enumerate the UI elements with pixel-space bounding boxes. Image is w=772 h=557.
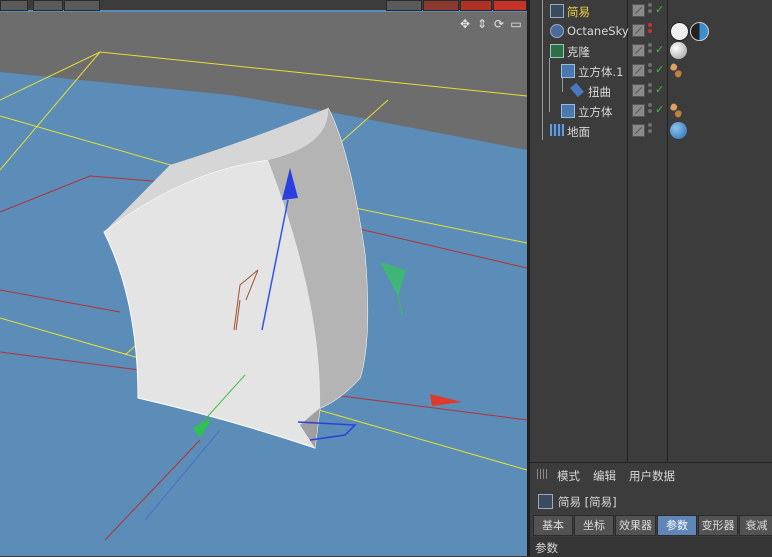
rotate-icon[interactable]: ⟳ [492,17,506,31]
toolbar-button[interactable] [423,0,459,11]
visibility-dots[interactable] [648,63,652,77]
phong-tag-icon[interactable] [670,62,682,79]
tab-falloff[interactable]: 衰减 [739,515,772,536]
layer-icon[interactable] [632,4,645,17]
object-row-sky[interactable]: OctaneSky [530,21,772,41]
attribute-title: 简易 [简易] [558,495,617,509]
bend-icon [570,82,584,98]
layer-icon[interactable] [632,24,645,37]
cube-icon [561,104,575,118]
environment-tag-icon[interactable] [670,22,689,41]
object-row-floor[interactable]: 地面 [530,121,772,141]
visibility-dots[interactable] [648,83,652,97]
menu-edit[interactable]: 编辑 [593,468,616,484]
visibility-dots[interactable] [648,3,652,17]
tab-parameters[interactable]: 参数 [657,515,697,536]
attribute-tabs: 基本 坐标 效果器 参数 变形器 衰减 [530,514,772,536]
toolbar-button[interactable] [460,0,492,11]
object-name: 扭曲 [588,85,611,99]
visibility-dots[interactable] [648,103,652,117]
object-name: 地面 [567,125,590,139]
object-name: OctaneSky [567,24,629,38]
enable-check-icon[interactable]: ✓ [655,3,664,16]
visibility-dots[interactable] [648,123,652,137]
enable-check-icon[interactable]: ✓ [655,63,664,76]
toolbar-button[interactable] [493,0,527,11]
object-manager: 简易 ✓ OctaneSky 克隆 ✓ 立方体.1 ✓ 扭曲 ✓ 立方体 ✓ 地… [530,0,772,462]
enable-check-icon[interactable]: ✓ [655,103,664,116]
toolbar-button[interactable] [64,0,100,11]
enable-check-icon[interactable]: ✓ [655,83,664,96]
viewport-scene[interactable] [0,0,527,556]
toolbar-button[interactable] [33,0,63,11]
floor-icon [550,124,564,136]
layer-icon[interactable] [632,84,645,97]
object-name: 立方体 [578,105,613,119]
tab-effector[interactable]: 效果器 [615,515,656,536]
attribute-menu-bar: 模式 编辑 用户数据 [530,463,772,485]
deformer-icon [538,494,553,509]
maximize-icon[interactable]: ▭ [509,17,523,31]
layer-icon[interactable] [632,64,645,77]
object-name: 立方体.1 [578,65,624,79]
viewport-toolbar [0,0,527,11]
toolbar-button[interactable] [386,0,422,11]
tab-deformer[interactable]: 变形器 [698,515,738,536]
material-tag-icon[interactable] [670,122,687,139]
object-name: 简易 [567,5,590,19]
object-row-bend[interactable]: 扭曲 ✓ [530,81,772,101]
sky-icon [550,24,564,38]
toolbar-button[interactable] [0,0,28,11]
attribute-manager: 模式 编辑 用户数据 简易 [简易] 基本 坐标 效果器 参数 变形器 衰减 参… [530,462,772,557]
phong-tag-icon[interactable] [670,102,682,119]
cloner-icon [550,44,564,58]
move-icon[interactable]: ✥ [458,17,472,31]
tab-coordinates[interactable]: 坐标 [574,515,614,536]
menu-user-data[interactable]: 用户数据 [629,468,675,484]
parameters-section-header: 参数 [530,537,772,557]
layer-icon[interactable] [632,124,645,137]
object-row-cube-1[interactable]: 立方体.1 ✓ [530,61,772,81]
enable-check-icon[interactable]: ✓ [655,43,664,56]
deformer-icon [550,4,564,18]
tab-basic[interactable]: 基本 [533,515,573,536]
visibility-dots[interactable] [648,43,652,57]
octane-tag-icon[interactable] [690,22,709,41]
scale-icon[interactable]: ⇕ [475,17,489,31]
cube-icon [561,64,575,78]
object-row-cloner[interactable]: 克隆 ✓ [530,41,772,61]
object-row-cube[interactable]: 立方体 ✓ [530,101,772,121]
3d-viewport[interactable]: ✥ ⇕ ⟳ ▭ [0,0,527,556]
layer-icon[interactable] [632,44,645,57]
material-tag-icon[interactable] [670,42,687,59]
section-title: 参数 [535,541,558,555]
viewport-navigation: ✥ ⇕ ⟳ ▭ [458,17,523,31]
attribute-title-bar: 简易 [简易] [530,491,772,513]
object-name: 克隆 [567,45,590,59]
grip-icon[interactable] [537,469,549,479]
object-row-deformer[interactable]: 简易 ✓ [530,1,772,21]
visibility-dots[interactable] [648,23,652,37]
menu-mode[interactable]: 模式 [557,468,580,484]
layer-icon[interactable] [632,104,645,117]
